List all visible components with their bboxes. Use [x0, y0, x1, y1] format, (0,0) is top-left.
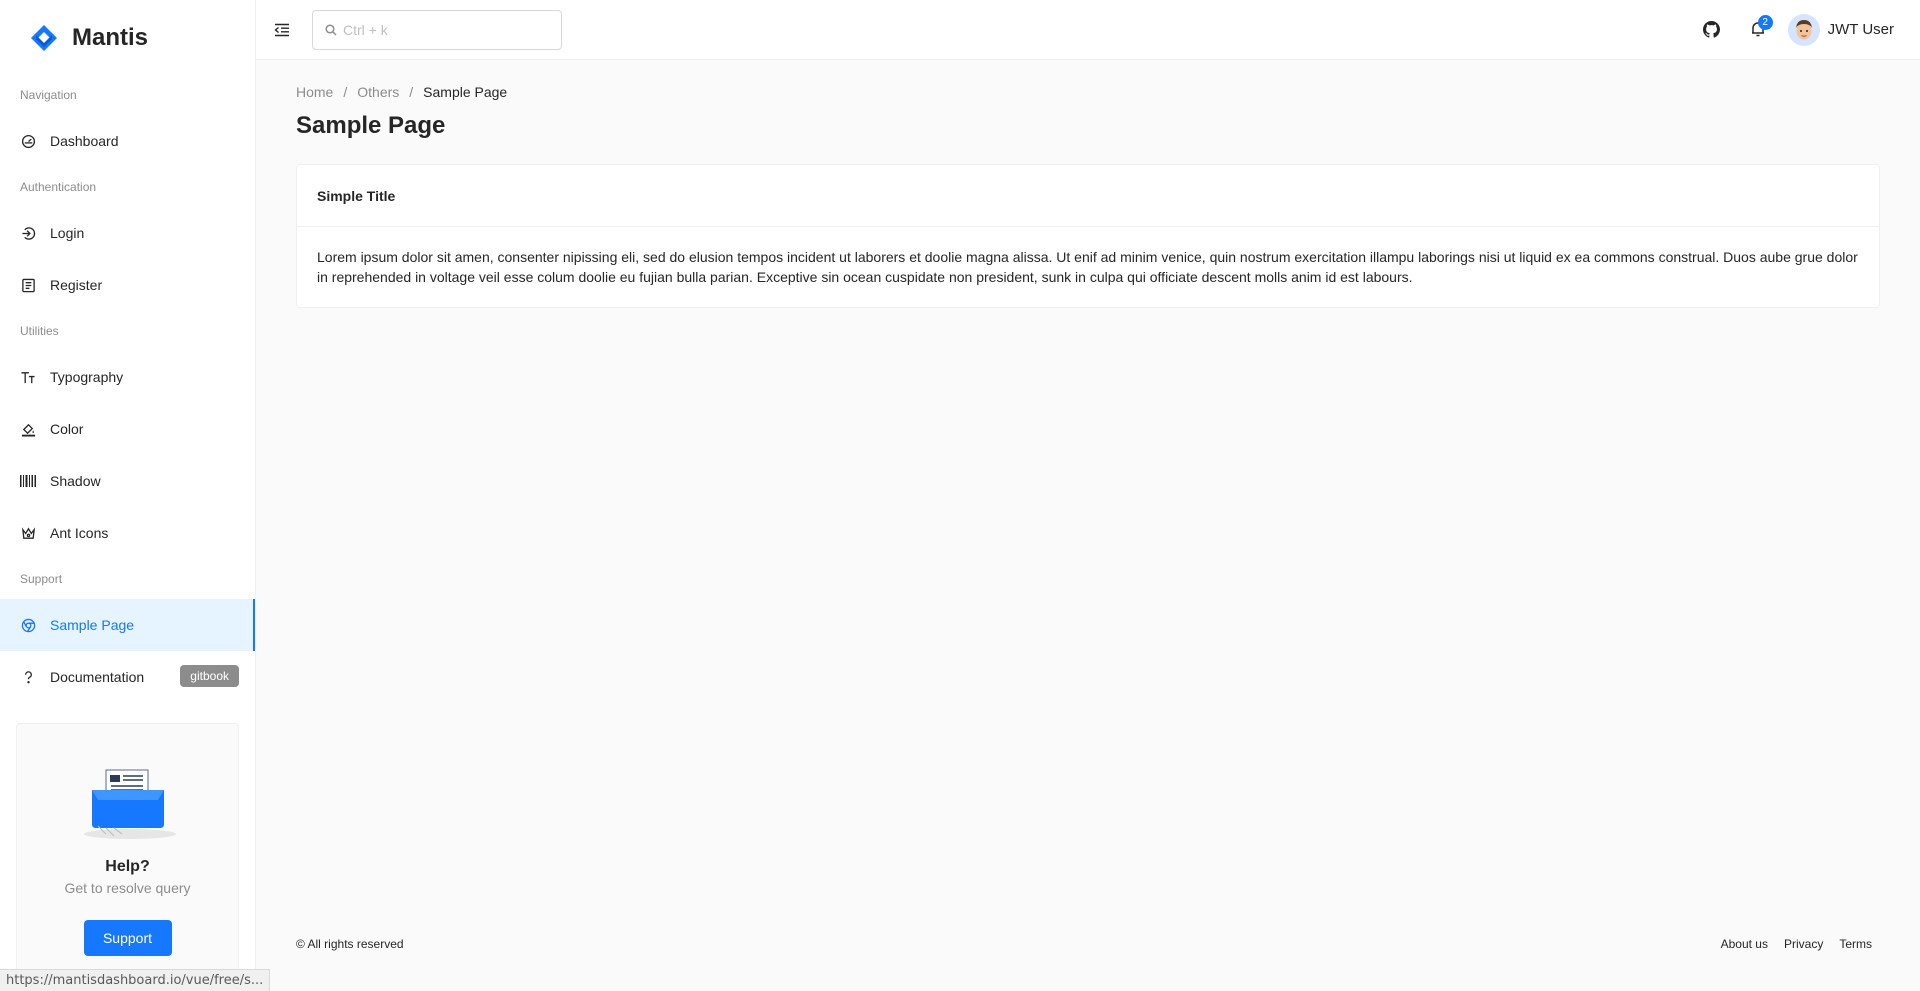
- help-illustration-icon: [83, 769, 176, 839]
- footer-link-about[interactable]: About us: [1721, 937, 1768, 951]
- dashboard-icon: [20, 133, 36, 149]
- sidebar-item-label: Dashboard: [50, 133, 119, 149]
- sidebar-item-label: Documentation: [50, 669, 145, 685]
- top-header: 2 JWT User: [256, 0, 1920, 60]
- breadcrumb-separator: /: [343, 84, 348, 100]
- sidebar-item-login[interactable]: Login: [0, 207, 255, 259]
- github-button[interactable]: [1696, 14, 1728, 46]
- sidebar-item-label: Sample Page: [50, 617, 135, 633]
- crown-icon: [20, 525, 36, 541]
- avatar: [1787, 13, 1820, 46]
- help-card: Help? Get to resolve query Support: [16, 723, 239, 975]
- copyright-text: © All rights reserved: [296, 937, 404, 951]
- sidebar-item-label: Shadow: [50, 473, 101, 489]
- breadcrumb-current: Sample Page: [423, 84, 508, 100]
- mantis-logo-icon: [31, 24, 57, 51]
- main-content: Home / Others / Sample Page Sample Page …: [296, 60, 1880, 308]
- chrome-icon: [20, 617, 36, 633]
- barcode-icon: [20, 473, 36, 489]
- nav-group-title-support: Support: [20, 572, 63, 586]
- nav-group-title-authentication: Authentication: [20, 180, 97, 194]
- user-avatar-icon: [1787, 13, 1820, 46]
- register-icon: [20, 277, 36, 293]
- card-body-text: Lorem ipsum dolor sit amen, consenter ni…: [317, 249, 1858, 285]
- footer: © All rights reserved About us Privacy T…: [296, 937, 1872, 951]
- support-button[interactable]: Support: [83, 920, 172, 956]
- sidebar-item-label: Login: [50, 225, 85, 241]
- question-icon: [20, 669, 36, 685]
- help-title: Help?: [105, 858, 150, 875]
- login-icon: [20, 225, 36, 241]
- search-box[interactable]: [312, 9, 562, 50]
- browser-status-url: https://mantisdashboard.io/vue/free/s...: [0, 969, 271, 991]
- search-icon: [325, 23, 337, 36]
- brand[interactable]: Mantis: [0, 0, 255, 75]
- nav-group-title-navigation: Navigation: [20, 88, 77, 102]
- sidebar-item-label: Ant Icons: [50, 525, 109, 541]
- sidebar-item-register[interactable]: Register: [0, 259, 255, 311]
- user-name: JWT User: [1827, 21, 1894, 38]
- page-title: Sample Page: [296, 112, 446, 139]
- breadcrumb-home[interactable]: Home: [296, 84, 333, 100]
- sidebar-item-label: Typography: [50, 369, 124, 385]
- footer-link-terms[interactable]: Terms: [1839, 937, 1872, 951]
- breadcrumb-others[interactable]: Others: [357, 84, 399, 100]
- user-profile-button[interactable]: JWT User: [1787, 13, 1894, 46]
- menu-fold-icon: [274, 23, 289, 36]
- sidebar-item-label: Register: [50, 277, 103, 293]
- bg-colors-icon: [20, 421, 36, 437]
- sidebar-item-color[interactable]: Color: [0, 403, 255, 455]
- github-icon: [1703, 21, 1721, 38]
- footer-links: About us Privacy Terms: [1721, 937, 1872, 951]
- content-card: Simple Title Lorem ipsum dolor sit amen,…: [296, 164, 1880, 308]
- footer-link-privacy[interactable]: Privacy: [1784, 937, 1823, 951]
- help-subtitle: Get to resolve query: [64, 880, 191, 896]
- sidebar-item-ant-icons[interactable]: Ant Icons: [0, 507, 255, 559]
- sidebar-item-dashboard[interactable]: Dashboard: [0, 115, 255, 167]
- notification-badge: 2: [1757, 14, 1773, 30]
- font-size-icon: [20, 369, 36, 385]
- sidebar-item-documentation[interactable]: Documentation gitbook: [0, 651, 255, 703]
- search-input[interactable]: [343, 21, 543, 38]
- nav-group-title-utilities: Utilities: [20, 324, 59, 338]
- breadcrumb: Home / Others / Sample Page: [296, 84, 1880, 100]
- breadcrumb-separator: /: [409, 84, 414, 100]
- sidebar-item-shadow[interactable]: Shadow: [0, 455, 255, 507]
- brand-name: Mantis: [72, 23, 149, 51]
- sidebar-item-typography[interactable]: Typography: [0, 351, 255, 403]
- gitbook-chip: gitbook: [180, 665, 239, 687]
- sidebar-item-sample-page[interactable]: Sample Page: [0, 599, 255, 651]
- card-title: Simple Title: [297, 165, 1879, 227]
- sidebar-item-label: Color: [50, 421, 84, 437]
- notification-button[interactable]: 2: [1742, 14, 1774, 46]
- sidebar: Mantis Navigation Dashboard Authenticati…: [0, 0, 256, 991]
- menu-toggle-button[interactable]: [270, 18, 294, 42]
